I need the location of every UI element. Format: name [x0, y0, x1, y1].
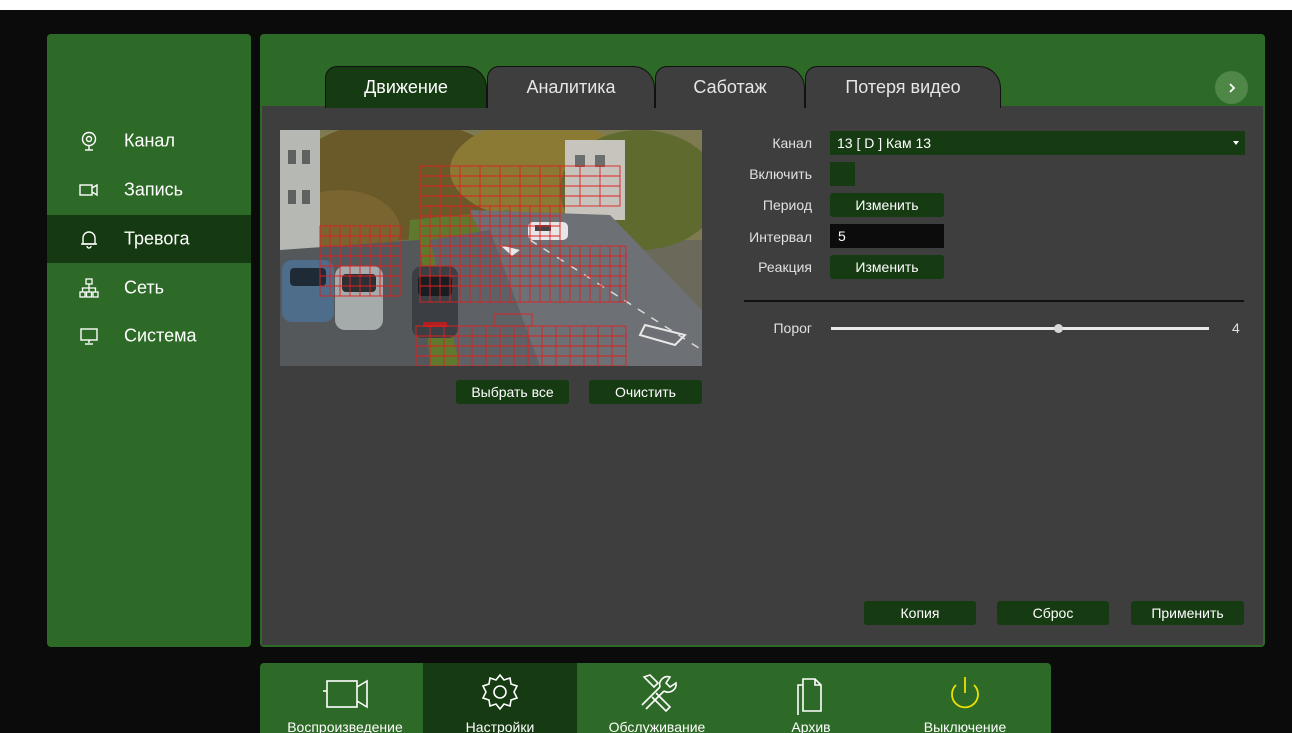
- tab-label: Саботаж: [693, 77, 767, 97]
- sidebar: Канал Запись Тревога Сеть Система: [47, 34, 251, 647]
- enable-checkbox[interactable]: [830, 162, 855, 186]
- sidebar-item-network[interactable]: Сеть: [47, 264, 251, 312]
- apply-button[interactable]: Применить: [1131, 601, 1244, 625]
- channel-value: 13 [ D ] Кам 13: [837, 135, 932, 151]
- sidebar-item-label: Сеть: [124, 277, 165, 298]
- sidebar-item-label: Тревога: [124, 228, 190, 249]
- dock-item-archive[interactable]: Архив: [741, 663, 881, 733]
- chevron-right-icon: [1228, 82, 1235, 93]
- dock-label: Обслуживание: [608, 719, 706, 733]
- bell-icon: [81, 231, 97, 249]
- channel-label: Канал: [772, 135, 812, 151]
- tab-analytics[interactable]: Аналитика: [487, 66, 655, 108]
- power-icon: [951, 677, 979, 709]
- select-all-button[interactable]: Выбрать все: [456, 380, 569, 404]
- threshold-slider-thumb[interactable]: [1053, 324, 1063, 333]
- sidebar-item-label: Канал: [124, 130, 175, 151]
- dock-item-settings[interactable]: Настройки: [423, 663, 577, 733]
- gear-icon: [481, 673, 519, 711]
- video-camera-icon: [79, 183, 98, 197]
- dock-item-shutdown[interactable]: Выключение: [890, 663, 1040, 733]
- period-label: Период: [762, 197, 812, 213]
- reaction-label: Реакция: [758, 259, 812, 275]
- interval-input[interactable]: 5: [830, 224, 944, 248]
- dock-item-playback[interactable]: Воспроизведение: [270, 663, 420, 733]
- documents-icon: [797, 678, 822, 715]
- dock-label: Воспроизведение: [287, 719, 403, 733]
- period-button-label: Изменить: [855, 197, 919, 213]
- dropdown-arrow-icon: [1233, 141, 1239, 145]
- period-edit-button[interactable]: Изменить: [830, 193, 944, 217]
- tools-icon: [641, 674, 677, 713]
- threshold-label: Порог: [773, 320, 812, 336]
- threshold-value: 4: [1232, 320, 1240, 336]
- sidebar-item-label: Система: [124, 325, 197, 346]
- reset-button[interactable]: Сброс: [997, 601, 1109, 625]
- clear-button[interactable]: Очистить: [589, 380, 702, 404]
- sidebar-item-channel[interactable]: Канал: [47, 117, 251, 165]
- divider: [744, 300, 1244, 302]
- clear-label: Очистить: [615, 384, 676, 400]
- monitor-icon: [80, 328, 98, 345]
- tab-motion[interactable]: Движение: [325, 66, 487, 108]
- tab-label: Потеря видео: [845, 77, 961, 97]
- copy-label: Копия: [900, 605, 940, 621]
- tab-video-loss[interactable]: Потеря видео: [805, 66, 1001, 108]
- reaction-edit-button[interactable]: Изменить: [830, 255, 944, 279]
- tab-label: Аналитика: [526, 77, 616, 97]
- camera-preview[interactable]: [280, 130, 702, 366]
- top-strip: [0, 0, 1292, 10]
- network-icon: [79, 278, 99, 298]
- video-camera-icon: [323, 679, 368, 709]
- camera-scene: [280, 130, 702, 366]
- next-tab-button[interactable]: [1215, 71, 1248, 104]
- dock-label: Настройки: [465, 719, 535, 733]
- interval-value: 5: [838, 228, 846, 244]
- enable-label: Включить: [749, 166, 812, 182]
- dock-label: Архив: [791, 719, 831, 733]
- tab-tamper[interactable]: Саботаж: [655, 66, 805, 108]
- sidebar-item-alarm[interactable]: Тревога: [47, 215, 251, 263]
- threshold-slider-track[interactable]: [831, 327, 1209, 330]
- reaction-button-label: Изменить: [855, 259, 919, 275]
- select-all-label: Выбрать все: [471, 384, 554, 400]
- sidebar-item-system[interactable]: Система: [47, 312, 251, 360]
- camera-lens-icon: [81, 131, 97, 151]
- copy-button[interactable]: Копия: [864, 601, 976, 625]
- channel-select[interactable]: 13 [ D ] Кам 13: [830, 131, 1245, 155]
- dock-label: Выключение: [923, 719, 1007, 733]
- apply-label: Применить: [1151, 605, 1224, 621]
- sidebar-item-record[interactable]: Запись: [47, 166, 251, 214]
- interval-label: Интервал: [749, 229, 812, 245]
- reset-label: Сброс: [1032, 605, 1074, 621]
- tab-label: Движение: [364, 77, 448, 97]
- dock-item-maintenance[interactable]: Обслуживание: [582, 663, 732, 733]
- sidebar-item-label: Запись: [124, 179, 184, 200]
